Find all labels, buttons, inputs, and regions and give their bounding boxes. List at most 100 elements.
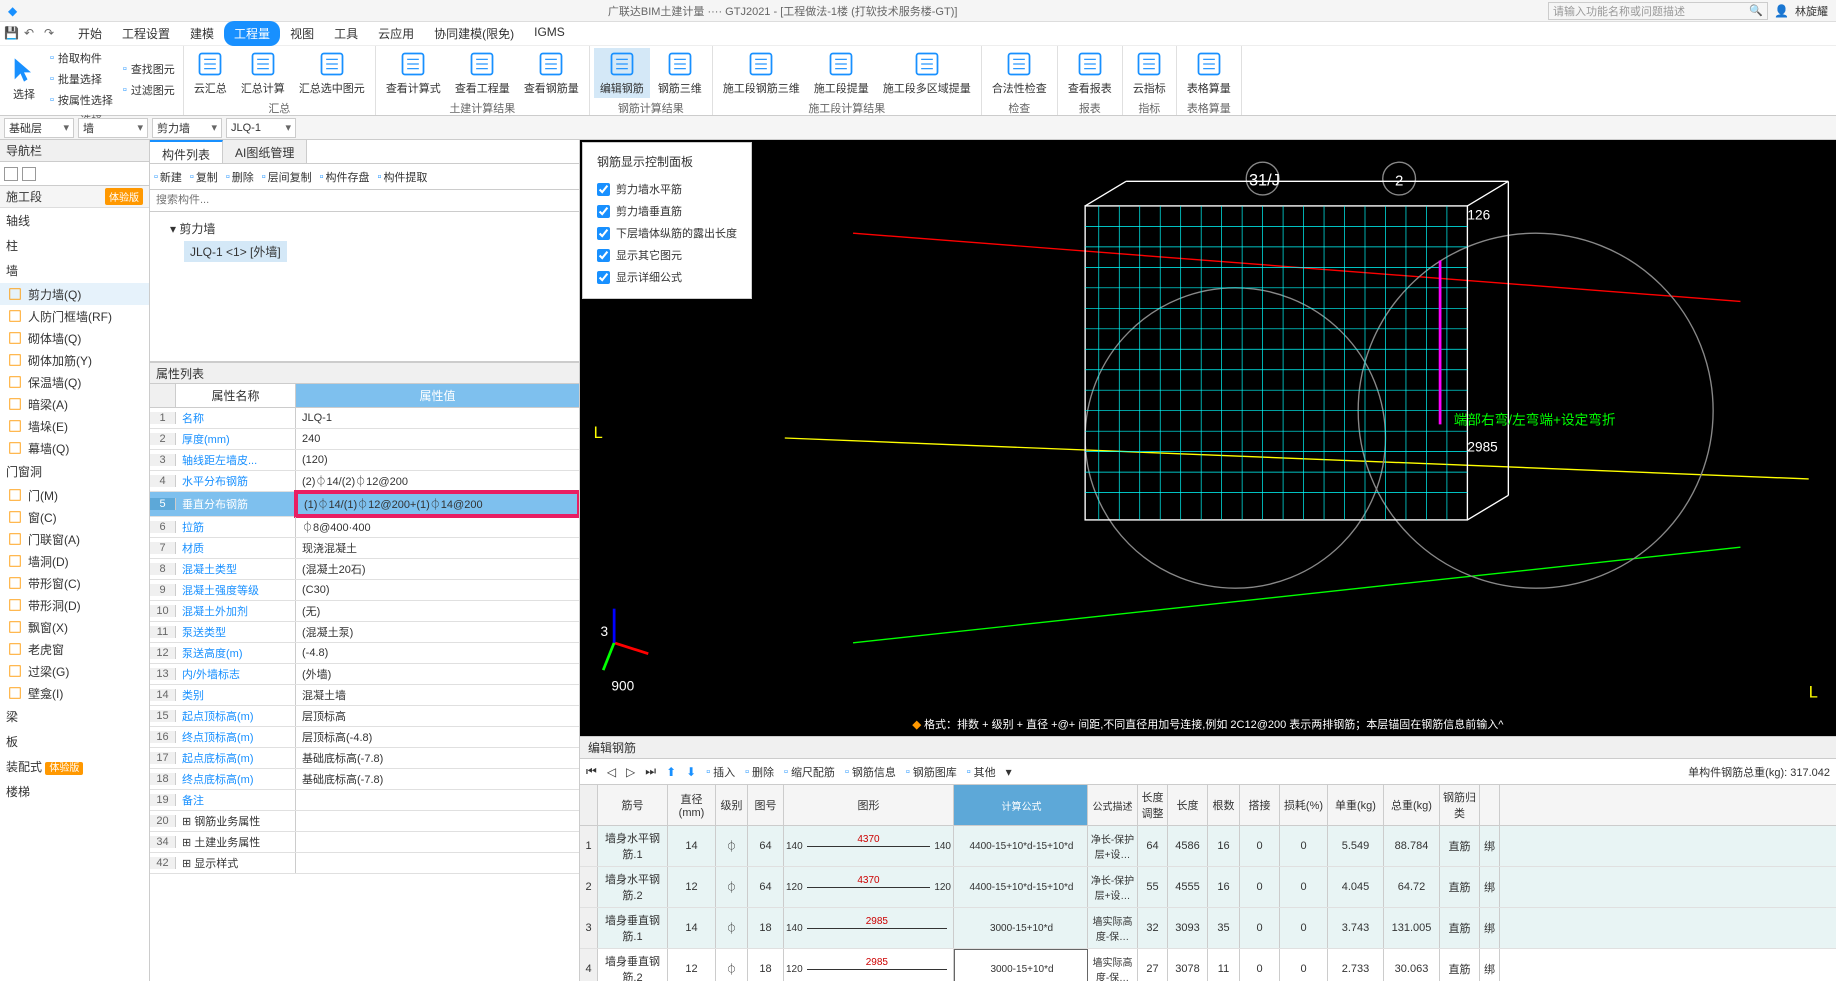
ribbon-btn[interactable]: ▫拾取构件: [46, 48, 117, 68]
nav-item[interactable]: 砌体加筋(Y): [0, 349, 149, 371]
mid-tool-复制[interactable]: ▫复制: [190, 169, 218, 185]
nav-category[interactable]: 板: [0, 729, 149, 754]
property-row[interactable]: 11 泵送类型 (混凝土泵): [150, 622, 579, 643]
ribbon-btn-钢筋三维[interactable]: 钢筋三维: [652, 48, 708, 98]
nav-item[interactable]: 门联窗(A): [0, 528, 149, 550]
rebar-col-header[interactable]: 单重(kg): [1328, 785, 1384, 825]
nav-prev-icon[interactable]: ◁: [607, 765, 616, 779]
bottom-tool-插入[interactable]: ▫插入: [706, 764, 735, 780]
nav-item[interactable]: 老虎窗: [0, 638, 149, 660]
rebar-col-header[interactable]: 筋号: [598, 785, 668, 825]
bottom-tool-钢筋信息[interactable]: ▫钢筋信息: [845, 764, 896, 780]
nav-item[interactable]: 带形窗(C): [0, 572, 149, 594]
more-dropdown[interactable]: ▾: [1006, 765, 1012, 779]
property-row[interactable]: 7 材质 现浇混凝土: [150, 538, 579, 559]
property-row[interactable]: 42 ⊞ 显示样式: [150, 853, 579, 874]
ribbon-btn-查看工程量[interactable]: 查看工程量: [449, 48, 516, 98]
nav-item[interactable]: 人防门框墙(RF): [0, 305, 149, 327]
rebar-col-header[interactable]: 搭接: [1240, 785, 1280, 825]
property-row[interactable]: 34 ⊞ 土建业务属性: [150, 832, 579, 853]
nav-item[interactable]: 墙垛(E): [0, 415, 149, 437]
rebar-col-header[interactable]: [1480, 785, 1500, 825]
mid-tool-构件存盘[interactable]: ▫构件存盘: [320, 169, 370, 185]
ribbon-btn-汇总选中图元[interactable]: 汇总选中图元: [293, 48, 371, 98]
property-row[interactable]: 19 备注: [150, 790, 579, 811]
rebar-row[interactable]: 4 墙身垂直钢筋.2 12 ⏀ 18 1202985 3000-15+10*d …: [580, 949, 1836, 981]
ribbon-btn-施工段多区域提量[interactable]: 施工段多区域提量: [877, 48, 977, 98]
property-row[interactable]: 9 混凝土强度等级 (C30): [150, 580, 579, 601]
ribbon-btn-查看报表[interactable]: 查看报表: [1062, 48, 1118, 98]
search-input[interactable]: [156, 194, 573, 206]
property-row[interactable]: 17 起点底标高(m) 基础底标高(-7.8): [150, 748, 579, 769]
nav-first-icon[interactable]: ⏮: [586, 764, 597, 779]
ribbon-btn-编辑钢筋[interactable]: 编辑钢筋: [594, 48, 650, 98]
menu-4[interactable]: 视图: [280, 21, 324, 46]
cad-drawing[interactable]: 31/J 2: [580, 140, 1836, 736]
ribbon-btn-施工段钢筋三维[interactable]: 施工段钢筋三维: [717, 48, 806, 98]
bottom-tool-缩尺配筋[interactable]: ▫缩尺配筋: [784, 764, 835, 780]
rebar-row[interactable]: 2 墙身水平钢筋.2 12 ⏀ 64 1204370120 4400-15+10…: [580, 867, 1836, 908]
rebar-col-header[interactable]: 损耗(%): [1280, 785, 1328, 825]
rebar-col-header[interactable]: 公式描述: [1088, 785, 1138, 825]
mid-tool-新建[interactable]: ▫新建: [154, 169, 182, 185]
mid-tool-层间复制[interactable]: ▫层间复制: [262, 169, 312, 185]
ribbon-btn-查看钢筋量[interactable]: 查看钢筋量: [518, 48, 585, 98]
nav-item[interactable]: 窗(C): [0, 506, 149, 528]
property-row[interactable]: 2 厚度(mm) 240: [150, 429, 579, 450]
nav-item[interactable]: 门(M): [0, 484, 149, 506]
menu-8[interactable]: IGMS: [524, 21, 575, 46]
nav-item[interactable]: 墙洞(D): [0, 550, 149, 572]
nav-item[interactable]: 带形洞(D): [0, 594, 149, 616]
tree-item[interactable]: JLQ-1 <1> [外墙]: [156, 239, 573, 264]
nav-category[interactable]: 轴线: [0, 208, 149, 233]
ribbon-btn[interactable]: ▫按属性选择: [46, 90, 117, 110]
nav-item[interactable]: 幕墙(Q): [0, 437, 149, 459]
ribbon-btn-施工段提量[interactable]: 施工段提量: [808, 48, 875, 98]
menu-1[interactable]: 工程设置: [112, 21, 180, 46]
nav-item[interactable]: 砌体墙(Q): [0, 327, 149, 349]
rebar-col-header[interactable]: 计算公式: [954, 785, 1088, 825]
rebar-col-header[interactable]: 总重(kg): [1384, 785, 1440, 825]
component-search[interactable]: [150, 190, 579, 212]
menu-2[interactable]: 建模: [180, 21, 224, 46]
display-checkbox[interactable]: 下层墙体纵筋的露出长度: [597, 222, 737, 244]
property-row[interactable]: 3 轴线距左墙皮... (120): [150, 450, 579, 471]
ribbon-btn-云汇总[interactable]: 云汇总: [188, 48, 233, 98]
tab-1[interactable]: AI图纸管理: [223, 140, 307, 163]
property-row[interactable]: 4 水平分布钢筋 (2)⏀14/(2)⏀12@200: [150, 471, 579, 492]
global-search[interactable]: 请输入功能名称或问题描述 🔍: [1548, 2, 1768, 20]
bottom-tool-钢筋图库[interactable]: ▫钢筋图库: [906, 764, 957, 780]
property-row[interactable]: 20 ⊞ 钢筋业务属性: [150, 811, 579, 832]
nav-item[interactable]: 过梁(G): [0, 660, 149, 682]
row-down-icon[interactable]: ⬇: [686, 765, 696, 779]
nav-category[interactable]: 装配式 体验版: [0, 754, 149, 779]
nav-category[interactable]: 楼梯: [0, 779, 149, 804]
property-row[interactable]: 18 终点底标高(m) 基础底标高(-7.8): [150, 769, 579, 790]
property-row[interactable]: 12 泵送高度(m) (-4.8): [150, 643, 579, 664]
row-up-icon[interactable]: ⬆: [666, 765, 676, 779]
filter-category[interactable]: 墙: [78, 118, 148, 138]
rebar-col-header[interactable]: 钢筋归类: [1440, 785, 1480, 825]
property-row[interactable]: 5 垂直分布钢筋 (1)⏀14/(1)⏀12@200+(1)⏀14@200: [150, 492, 579, 517]
mid-tool-删除[interactable]: ▫删除: [226, 169, 254, 185]
nav-last-icon[interactable]: ⏭: [645, 764, 656, 779]
ribbon-btn-云指标[interactable]: 云指标: [1127, 48, 1172, 98]
nav-category[interactable]: 梁: [0, 704, 149, 729]
nav-item[interactable]: 剪力墙(Q): [0, 283, 149, 305]
rebar-col-header[interactable]: 图号: [748, 785, 784, 825]
ribbon-btn[interactable]: ▫查找图元: [119, 59, 179, 79]
ribbon-btn-合法性检查[interactable]: 合法性检查: [986, 48, 1053, 98]
filter-floor[interactable]: 基础层: [4, 118, 74, 138]
ribbon-btn-汇总计算[interactable]: 汇总计算: [235, 48, 291, 98]
nav-tool-2[interactable]: [22, 167, 36, 181]
save-icon[interactable]: 💾: [4, 26, 20, 42]
menu-0[interactable]: 开始: [68, 21, 112, 46]
ribbon-btn[interactable]: ▫过滤图元: [119, 80, 179, 100]
property-row[interactable]: 10 混凝土外加剂 (无): [150, 601, 579, 622]
menu-7[interactable]: 协同建模(限免): [424, 21, 524, 46]
nav-next-icon[interactable]: ▷: [626, 765, 635, 779]
display-checkbox[interactable]: 剪力墙水平筋: [597, 178, 737, 200]
property-row[interactable]: 6 拉筋 ⏀8@400·400: [150, 517, 579, 538]
redo-icon[interactable]: ↷: [44, 26, 60, 42]
nav-category[interactable]: 柱: [0, 233, 149, 258]
